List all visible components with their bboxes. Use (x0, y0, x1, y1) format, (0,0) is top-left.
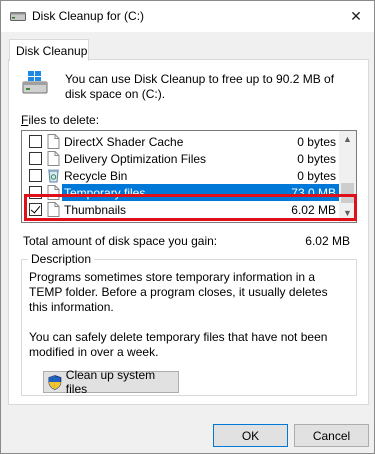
title-bar[interactable]: Disk Cleanup for (C:) ✕ (1, 1, 374, 32)
total-space-value: 6.02 MB (305, 234, 350, 248)
tab-disk-cleanup[interactable]: Disk Cleanup (9, 39, 89, 61)
blank-file-icon (47, 134, 60, 149)
item-size: 6.02 MB (291, 203, 336, 217)
blank-file-icon (47, 202, 60, 217)
disk-cleanup-window: Disk Cleanup for (C:) ✕ Disk Cleanup You… (0, 0, 375, 454)
clean-up-system-files-button[interactable]: Clean up system files (43, 368, 179, 396)
total-space-label: Total amount of disk space you gain: (23, 234, 218, 248)
item-name: Thumbnails (64, 203, 127, 217)
files-to-delete-list[interactable]: DirectX Shader Cache 0 bytes Delivery Op… (21, 130, 357, 223)
item-checkbox[interactable] (29, 135, 42, 148)
window-title: Disk Cleanup for (C:) (32, 9, 145, 23)
item-name: Temporary files (64, 186, 146, 200)
intro-text: You can use Disk Cleanup to free up to 9… (65, 72, 335, 101)
list-scrollbar[interactable]: ▲ ▼ (339, 131, 356, 222)
drive-cleanup-icon (22, 71, 48, 94)
list-item[interactable]: Delivery Optimization Files 0 bytes (22, 150, 340, 167)
item-name: Delivery Optimization Files (64, 152, 207, 166)
close-icon: ✕ (350, 8, 362, 24)
item-checkbox[interactable] (29, 186, 42, 199)
item-size: 0 bytes (297, 152, 336, 166)
system-files-label: Clean up system files (65, 368, 156, 396)
ok-button[interactable]: OK (213, 424, 288, 447)
list-item-selected[interactable]: Temporary files 73.0 MB (22, 184, 340, 201)
files-label-rest: iles to delete: (28, 113, 100, 127)
blank-file-icon (47, 185, 60, 200)
list-item[interactable]: Thumbnails 6.02 MB (22, 201, 340, 218)
drive-icon (10, 12, 26, 21)
item-name: DirectX Shader Cache (64, 135, 184, 149)
item-checkbox[interactable] (29, 152, 42, 165)
item-size: 0 bytes (297, 169, 336, 183)
description-text: Programs sometimes store temporary infor… (29, 270, 349, 360)
item-name: Recycle Bin (64, 169, 128, 183)
recycle-bin-icon (48, 169, 59, 183)
item-checkbox-checked[interactable] (29, 203, 42, 216)
tab-strip: Disk Cleanup (8, 38, 369, 61)
description-para-1: Programs sometimes store temporary infor… (29, 270, 328, 314)
uac-shield-icon (48, 374, 62, 390)
close-button[interactable]: ✕ (338, 1, 374, 32)
description-para-2: You can safely delete temporary files th… (29, 330, 328, 359)
item-size: 73.0 MB (291, 186, 336, 200)
item-checkbox[interactable] (29, 169, 42, 182)
list-item[interactable]: DirectX Shader Cache 0 bytes (22, 133, 340, 150)
scroll-thumb[interactable] (341, 183, 354, 203)
list-item[interactable]: Recycle Bin 0 bytes (22, 167, 340, 184)
scroll-up-arrow-icon[interactable]: ▲ (339, 131, 356, 148)
scroll-down-arrow-icon[interactable]: ▼ (339, 205, 356, 222)
description-legend: Description (28, 252, 95, 266)
description-group: Description Programs sometimes store tem… (21, 252, 357, 396)
files-to-delete-label: Files to delete: (21, 113, 99, 127)
blank-file-icon (47, 151, 60, 166)
cancel-button[interactable]: Cancel (294, 424, 369, 447)
tab-panel: You can use Disk Cleanup to free up to 9… (8, 59, 369, 405)
item-size: 0 bytes (297, 135, 336, 149)
